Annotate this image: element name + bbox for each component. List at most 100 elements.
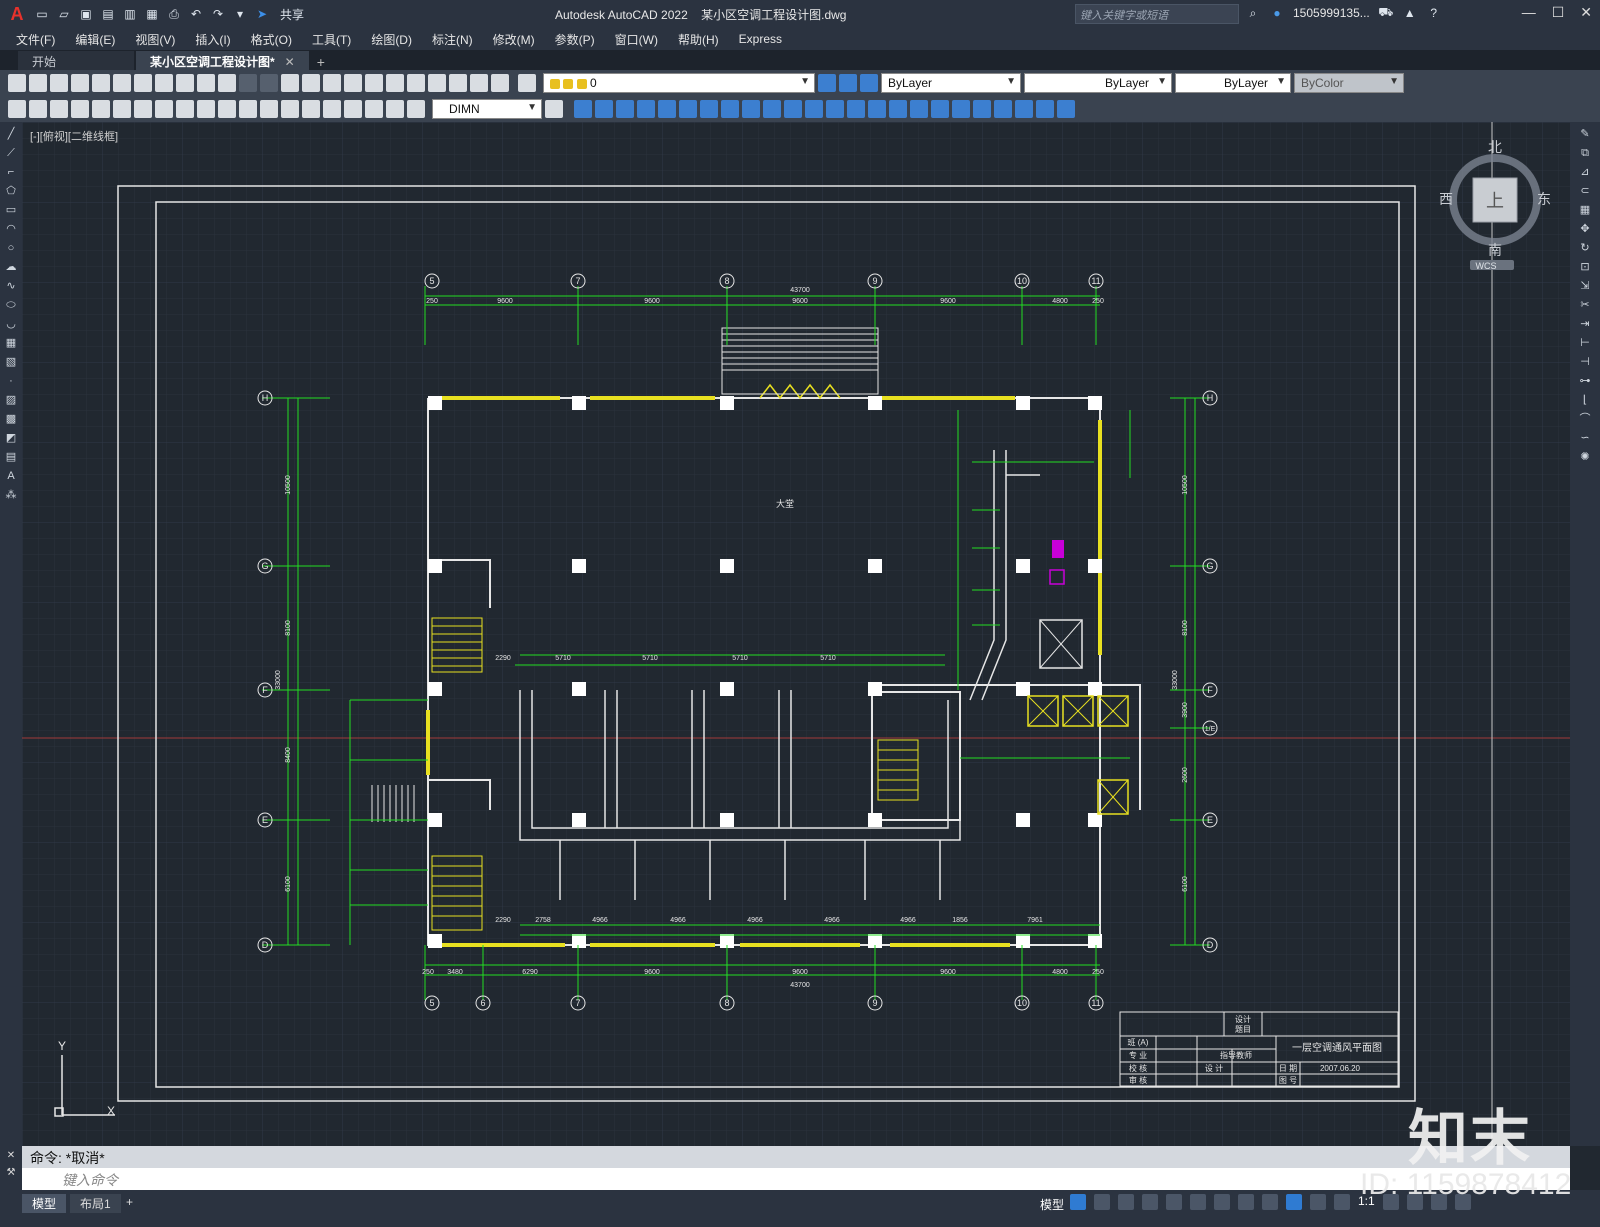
- annotation-visibility-icon[interactable]: [1310, 1194, 1326, 1210]
- menu-view[interactable]: 视图(V): [135, 31, 175, 48]
- linetype-dropdown[interactable]: ByLayer ▼: [1024, 73, 1172, 93]
- quick-dim-icon[interactable]: [176, 100, 194, 118]
- hatch-icon[interactable]: ▨: [4, 393, 18, 407]
- menu-help[interactable]: 帮助(H): [678, 31, 719, 48]
- share-button[interactable]: 共享: [280, 6, 304, 23]
- fillet-icon[interactable]: [868, 100, 886, 118]
- command-line-grip[interactable]: ✕ ⚒: [0, 1146, 22, 1190]
- model-space-toggle[interactable]: 模型: [1040, 1196, 1064, 1213]
- break-side-icon[interactable]: ⊣: [1578, 355, 1592, 369]
- construction-line-icon[interactable]: ⟋: [4, 146, 18, 160]
- customize-dropdown-icon[interactable]: ▾: [232, 6, 248, 22]
- tab-close-icon[interactable]: ✕: [285, 55, 295, 69]
- dim-text-edit-icon[interactable]: [386, 100, 404, 118]
- dim-style-manager-icon[interactable]: [545, 100, 563, 118]
- design-center-icon[interactable]: [386, 74, 404, 92]
- tolerance-icon[interactable]: [281, 100, 299, 118]
- minimize-button[interactable]: —: [1522, 4, 1536, 21]
- save-web-icon[interactable]: ▦: [144, 6, 160, 22]
- dim-baseline-icon[interactable]: [197, 100, 215, 118]
- quick-select-icon[interactable]: [1057, 100, 1075, 118]
- share-icon[interactable]: ➤: [254, 6, 270, 22]
- line-icon[interactable]: ╱: [4, 127, 18, 141]
- revcloud-icon[interactable]: ☁: [4, 260, 18, 274]
- close-icon[interactable]: ✕: [0, 1146, 22, 1161]
- trim-side-icon[interactable]: ✂: [1578, 298, 1592, 312]
- layer-manager-icon[interactable]: [518, 74, 536, 92]
- user-icon[interactable]: ●: [1269, 5, 1285, 21]
- table-icon[interactable]: ▤: [4, 450, 18, 464]
- user-name[interactable]: 1505999135...: [1293, 6, 1370, 20]
- menu-format[interactable]: 格式(O): [251, 31, 292, 48]
- erase-side-icon[interactable]: ✎: [1578, 127, 1592, 141]
- spline-icon[interactable]: ∿: [4, 279, 18, 293]
- cart-icon[interactable]: ⛟: [1378, 5, 1394, 21]
- chamfer-side-icon[interactable]: ⌊: [1578, 393, 1592, 407]
- object-snap-icon[interactable]: [1214, 1194, 1230, 1210]
- tab-start[interactable]: 开始: [18, 51, 134, 70]
- dim-update-icon[interactable]: [407, 100, 425, 118]
- redo-tool-icon[interactable]: [260, 74, 278, 92]
- gradient-icon[interactable]: ▩: [4, 412, 18, 426]
- autodesk-app-icon[interactable]: ▲: [1402, 5, 1418, 21]
- extend-side-icon[interactable]: ⇥: [1578, 317, 1592, 331]
- dim-ordinate-icon[interactable]: [71, 100, 89, 118]
- copy-side-icon[interactable]: ⧉: [1578, 146, 1592, 160]
- erase-icon[interactable]: [574, 100, 592, 118]
- add-layout-icon[interactable]: +: [116, 1194, 143, 1210]
- match-prop-icon[interactable]: [197, 74, 215, 92]
- break-icon[interactable]: [805, 100, 823, 118]
- jogged-linear-icon[interactable]: [344, 100, 362, 118]
- open-icon[interactable]: [29, 74, 47, 92]
- menu-insert[interactable]: 插入(I): [195, 31, 230, 48]
- undo-tool-icon[interactable]: [239, 74, 257, 92]
- dim-radius-icon[interactable]: [92, 100, 110, 118]
- scale-icon[interactable]: [721, 100, 739, 118]
- stretch-side-icon[interactable]: ⇲: [1578, 279, 1592, 293]
- search-icon[interactable]: ⌕: [1245, 5, 1261, 21]
- tab-layout1[interactable]: 布局1: [70, 1194, 121, 1213]
- sheet-set-icon[interactable]: [428, 74, 446, 92]
- blend-icon[interactable]: ∽: [1578, 431, 1592, 445]
- viewport-controls[interactable]: [-][俯视][二维线框]: [30, 128, 118, 144]
- preview-icon[interactable]: [92, 74, 110, 92]
- layer-previous-icon[interactable]: [839, 74, 857, 92]
- dim-space-icon[interactable]: [239, 100, 257, 118]
- menu-dimension[interactable]: 标注(N): [432, 31, 473, 48]
- plot-icon[interactable]: ⎙: [166, 6, 182, 22]
- point-icon[interactable]: ·: [4, 374, 18, 388]
- make-block-icon[interactable]: ▧: [4, 355, 18, 369]
- transparency-icon[interactable]: [1262, 1194, 1278, 1210]
- rectangle-icon[interactable]: ▭: [4, 203, 18, 217]
- dim-edit-icon[interactable]: [365, 100, 383, 118]
- menu-parametric[interactable]: 参数(P): [555, 31, 595, 48]
- wcs-menu[interactable]: WCS: [1476, 261, 1497, 271]
- tab-drawing[interactable]: 某小区空调工程设计图* ✕: [136, 51, 309, 70]
- move-side-icon[interactable]: ✥: [1578, 222, 1592, 236]
- cut-icon[interactable]: [134, 74, 152, 92]
- wrench-icon[interactable]: ⚒: [0, 1161, 22, 1178]
- stretch-icon[interactable]: [742, 100, 760, 118]
- navcube-face[interactable]: 上: [1486, 191, 1504, 211]
- grid-icon[interactable]: [1070, 1194, 1086, 1210]
- ortho-icon[interactable]: [1118, 1194, 1134, 1210]
- ellipse-icon[interactable]: ⬭: [4, 298, 18, 312]
- dim-aligned-icon[interactable]: [29, 100, 47, 118]
- select-similar-icon[interactable]: [1036, 100, 1054, 118]
- mtext-icon[interactable]: A: [4, 469, 18, 483]
- mirror-side-icon[interactable]: ⊿: [1578, 165, 1592, 179]
- object-snap-tracking-icon[interactable]: [1190, 1194, 1206, 1210]
- maximize-button[interactable]: ☐: [1552, 4, 1565, 21]
- polar-icon[interactable]: [1142, 1194, 1158, 1210]
- zoom-window-icon[interactable]: [323, 74, 341, 92]
- paste-icon[interactable]: [176, 74, 194, 92]
- lineweight-icon[interactable]: [1238, 1194, 1254, 1210]
- save-as-icon[interactable]: ▤: [100, 6, 116, 22]
- save-tool-icon[interactable]: [50, 74, 68, 92]
- unisolate-icon[interactable]: [1015, 100, 1033, 118]
- hide-objects-icon[interactable]: [994, 100, 1012, 118]
- explode-icon[interactable]: [889, 100, 907, 118]
- join-side-icon[interactable]: ⊶: [1578, 374, 1592, 388]
- rotate-side-icon[interactable]: ↻: [1578, 241, 1592, 255]
- redo-icon[interactable]: ↷: [210, 6, 226, 22]
